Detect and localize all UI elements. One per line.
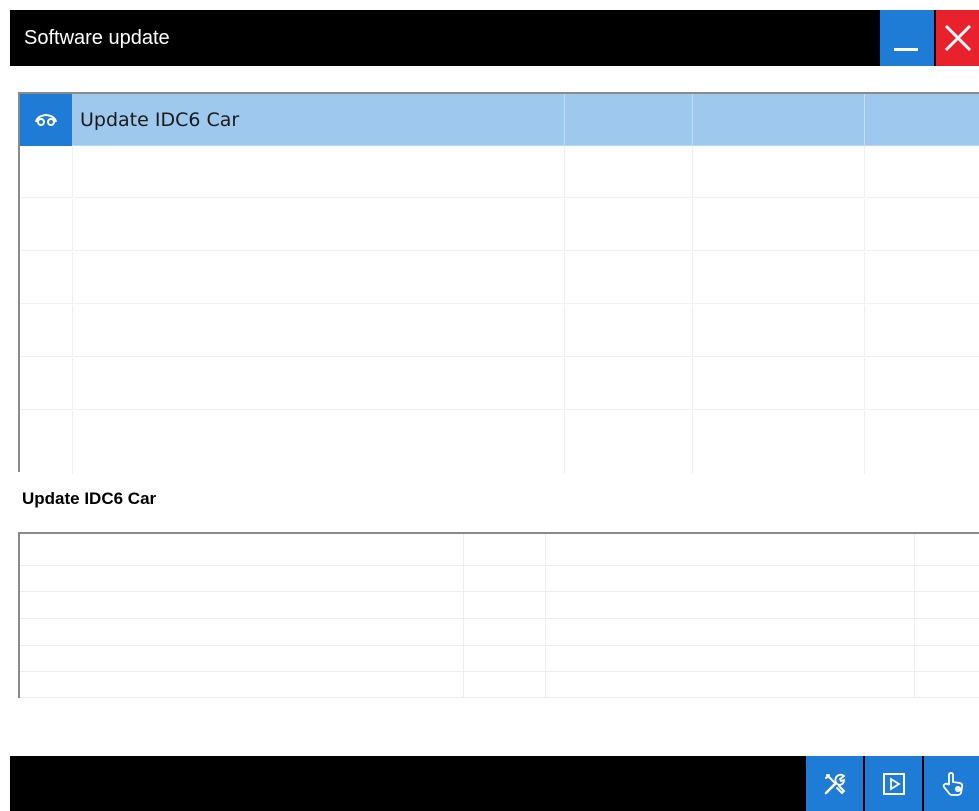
close-button[interactable] [936, 10, 979, 66]
column-divider [564, 146, 565, 197]
details-grid[interactable] [18, 532, 979, 698]
column-divider [564, 411, 565, 474]
table-row[interactable] [20, 252, 979, 304]
column-divider [692, 94, 693, 145]
column-divider [864, 411, 865, 474]
column-divider [864, 252, 865, 303]
row-divider [20, 645, 979, 646]
column-divider [72, 146, 73, 197]
window-title: Software update [24, 27, 170, 49]
column-divider [564, 199, 565, 250]
row-divider [20, 697, 979, 698]
details-title: Update IDC6 Car [22, 489, 157, 508]
column-divider [692, 199, 693, 250]
row-divider [20, 591, 979, 592]
column-divider [564, 358, 565, 409]
column-divider [692, 146, 693, 197]
column-divider [692, 411, 693, 474]
close-icon [944, 24, 972, 52]
play-icon [882, 772, 905, 795]
table-row[interactable] [20, 146, 979, 198]
tools-button[interactable] [806, 756, 863, 811]
hand-button[interactable] [924, 756, 979, 811]
column-divider [564, 94, 565, 145]
hand-pointer-icon [942, 771, 963, 796]
software-update-window: Software update Update IDC6 Car Update I… [10, 10, 979, 811]
update-list[interactable]: Update IDC6 Car [18, 92, 979, 474]
column-divider [72, 411, 73, 474]
row-divider [20, 565, 979, 566]
column-divider [72, 358, 73, 409]
play-button[interactable] [865, 756, 922, 811]
column-divider [72, 199, 73, 250]
tools-icon [824, 773, 845, 794]
column-divider [864, 358, 865, 409]
column-divider [692, 252, 693, 303]
table-row[interactable] [20, 411, 979, 474]
column-divider [864, 94, 865, 145]
column-divider [864, 199, 865, 250]
car-icon [20, 94, 72, 146]
column-divider [463, 534, 464, 698]
column-divider [914, 534, 915, 698]
row-divider [20, 618, 979, 619]
minimize-button[interactable] [880, 10, 934, 66]
table-row[interactable] [20, 305, 979, 357]
column-divider [864, 305, 865, 356]
row-divider [20, 671, 979, 672]
column-divider [692, 358, 693, 409]
column-divider [72, 305, 73, 356]
title-bar[interactable]: Software update [10, 10, 979, 66]
bottom-toolbar [10, 756, 979, 811]
table-row[interactable] [20, 358, 979, 410]
table-row[interactable] [20, 199, 979, 251]
column-divider [72, 252, 73, 303]
list-item-label: Update IDC6 Car [80, 109, 240, 131]
column-divider [864, 146, 865, 197]
column-divider [545, 534, 546, 698]
column-divider [564, 252, 565, 303]
list-item[interactable]: Update IDC6 Car [20, 94, 979, 146]
window-left-edge [0, 0, 10, 811]
column-divider [564, 305, 565, 356]
column-divider [692, 305, 693, 356]
minimize-icon [894, 48, 918, 51]
